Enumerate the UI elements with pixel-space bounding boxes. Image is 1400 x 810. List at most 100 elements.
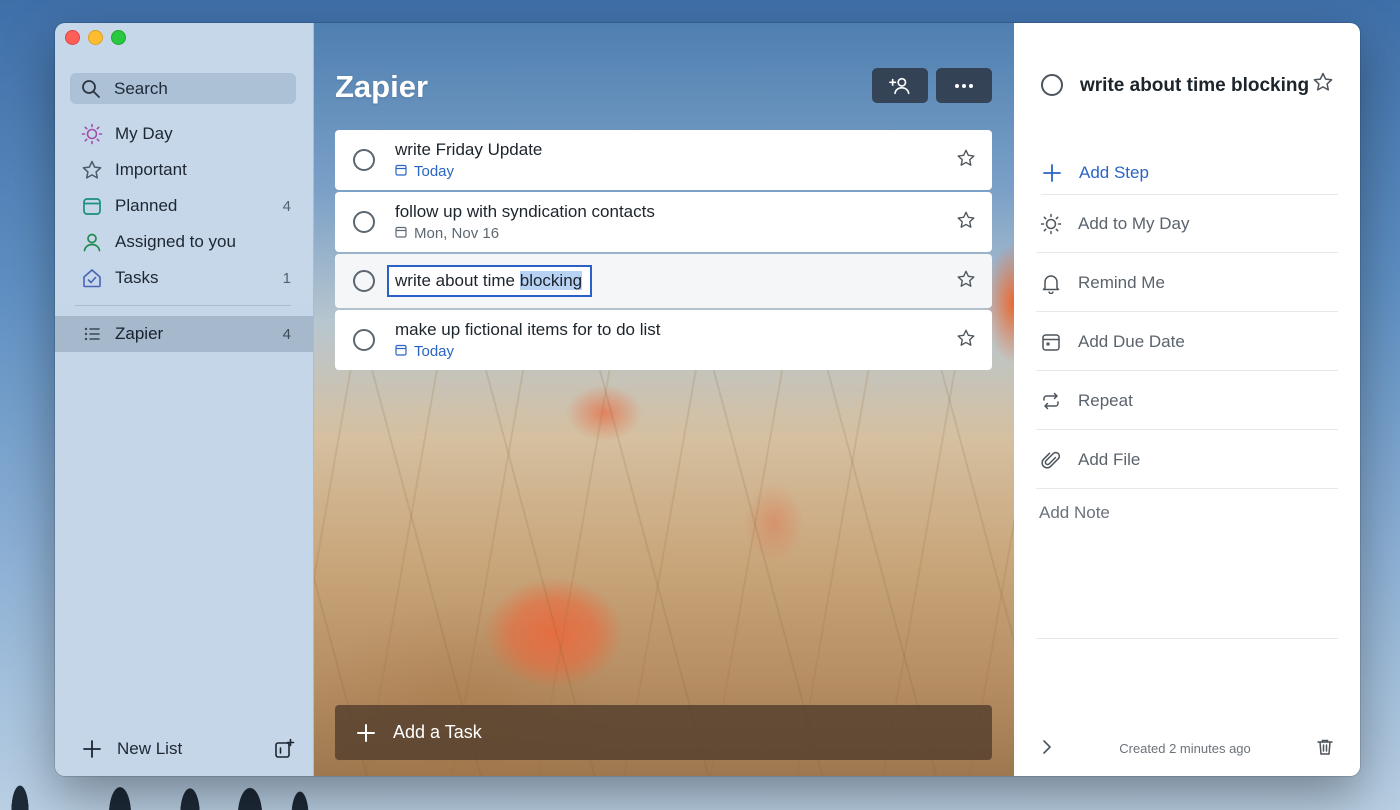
search-icon [80,78,102,100]
detail-header: write about time blocking [1041,71,1334,100]
star-icon[interactable] [956,328,976,353]
add-person-icon [889,75,911,97]
sidebar-item-important[interactable]: Important [55,152,313,188]
new-group-icon[interactable] [273,738,295,760]
task-due: Today [395,343,956,360]
task-title: make up fictional items for to do list [395,320,661,339]
sidebar-item-tasks[interactable]: Tasks 1 [55,260,313,296]
task-title: write Friday Update [395,140,543,159]
collapse-pane-icon[interactable] [1040,739,1054,758]
add-step-label: Add Step [1079,162,1149,182]
row-label: Add Due Date [1078,331,1185,351]
calendar-icon [395,225,407,242]
repeat-button[interactable]: Repeat [1036,372,1338,430]
task-title-text: write about time [395,271,520,290]
detail-footer: Created 2 minutes ago [1040,736,1334,760]
star-icon[interactable] [956,148,976,173]
app-window: Search My Day Important Planned 4 Assign… [55,23,1360,776]
new-list-row: New List [81,738,295,760]
add-task-label: Add a Task [393,722,482,742]
plus-icon [355,722,377,744]
task-due: Mon, Nov 16 [395,225,956,242]
complete-checkbox[interactable] [353,211,375,233]
search-box[interactable]: Search [70,73,296,104]
sidebar-item-label: Tasks [115,268,159,287]
sidebar-item-count: 1 [282,269,291,287]
sidebar-divider [75,305,291,306]
task-item[interactable]: write Friday Update Today [335,130,992,190]
sidebar-item-label: My Day [115,124,173,143]
add-due-date-button[interactable]: Add Due Date [1036,313,1338,371]
sidebar-item-assigned-to-you[interactable]: Assigned to you [55,224,313,260]
person-icon [81,231,103,253]
list-title[interactable]: Zapier [335,69,428,105]
sidebar-item-count: 4 [282,197,291,215]
task-title-input[interactable]: write about time blocking [387,265,593,297]
calendar-icon [81,195,103,217]
detail-task-title[interactable]: write about time blocking [1063,71,1312,100]
selected-text: blocking [519,271,583,290]
task-due: Today [395,163,956,180]
sidebar-item-label: Important [115,160,187,179]
close-window-button[interactable] [65,30,80,45]
remind-me-button[interactable]: Remind Me [1036,254,1338,312]
trash-icon[interactable] [1316,738,1334,759]
row-label: Remind Me [1078,272,1165,292]
new-list-button[interactable]: New List [117,739,259,759]
due-date-label: Today [414,163,455,180]
complete-checkbox[interactable] [1041,74,1063,96]
search-label: Search [114,78,168,98]
sidebar-item-zapier[interactable]: Zapier 4 [55,316,313,352]
complete-checkbox[interactable] [353,149,375,171]
add-task-input[interactable]: Add a Task [335,705,992,760]
zoom-window-button[interactable] [111,30,126,45]
bell-icon [1040,272,1062,294]
calendar-icon [395,163,407,180]
sidebar-item-label: Planned [115,196,178,215]
share-list-button[interactable] [872,68,928,103]
row-label: Add to My Day [1078,213,1190,233]
list-icon [81,323,103,345]
calendar-icon [1040,331,1062,353]
sun-icon [81,123,103,145]
star-icon[interactable] [956,269,976,294]
complete-checkbox[interactable] [353,329,375,351]
smart-lists: My Day Important Planned 4 Assigned to y… [55,116,313,296]
complete-checkbox[interactable] [353,270,375,292]
task-detail-pane: write about time blocking Add Step Add t… [1014,23,1360,776]
task-item[interactable]: make up fictional items for to do list T… [335,310,992,370]
add-note-field[interactable]: Add Note [1039,503,1110,523]
window-controls [65,30,126,45]
sidebar-item-count: 4 [282,325,291,343]
ellipsis-icon [953,75,975,97]
created-timestamp: Created 2 minutes ago [1119,740,1251,756]
add-to-my-day-button[interactable]: Add to My Day [1036,195,1338,253]
calendar-icon [395,343,407,360]
star-icon [81,159,103,181]
add-file-button[interactable]: Add File [1036,431,1338,489]
sun-icon [1040,213,1062,235]
sidebar-item-label: Zapier [115,324,164,343]
sidebar-item-my-day[interactable]: My Day [55,116,313,152]
minimize-window-button[interactable] [88,30,103,45]
due-date-label: Today [414,343,455,360]
star-icon[interactable] [956,210,976,235]
add-step-button[interactable]: Add Step [1041,151,1338,195]
task-item-selected[interactable]: write about time blocking [335,254,992,308]
paperclip-icon [1040,449,1062,471]
task-list: write Friday Update Today follow up with… [335,130,992,372]
task-item[interactable]: follow up with syndication contacts Mon,… [335,192,992,252]
note-divider [1036,638,1338,639]
due-date-label: Mon, Nov 16 [414,225,500,242]
sidebar: Search My Day Important Planned 4 Assign… [55,23,314,776]
plus-icon [1041,162,1063,184]
row-label: Repeat [1078,390,1133,410]
more-options-button[interactable] [936,68,992,103]
repeat-icon [1040,390,1062,412]
task-list-pane: Zapier write Friday Update Today follow … [314,23,1014,776]
plus-icon[interactable] [81,738,103,760]
star-icon[interactable] [1312,71,1334,98]
sidebar-item-label: Assigned to you [115,232,236,251]
sidebar-item-planned[interactable]: Planned 4 [55,188,313,224]
task-title: follow up with syndication contacts [395,202,655,221]
